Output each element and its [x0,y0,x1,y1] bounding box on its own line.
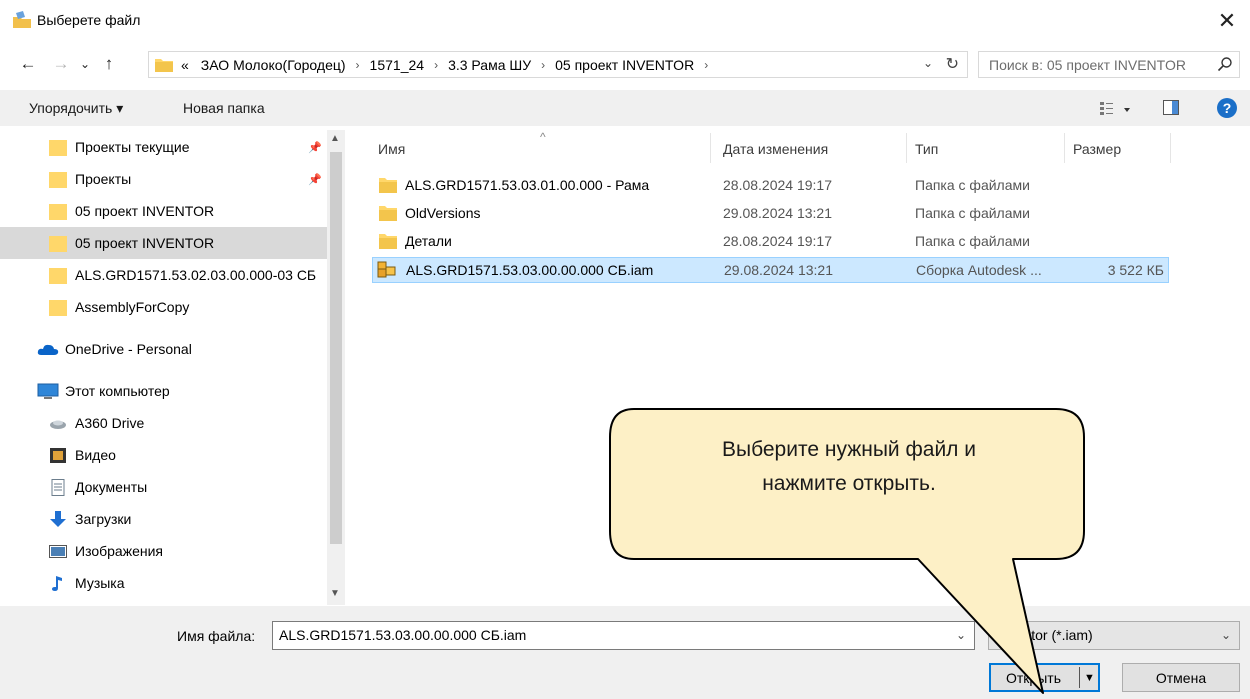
view-options-icon[interactable] [1098,99,1136,119]
breadcrumb-separator[interactable]: › [356,58,360,72]
folder-icon [155,59,173,72]
app-icon [13,11,31,28]
breadcrumb-item[interactable]: 05 проект INVENTOR [555,57,694,73]
sidebar-item-video[interactable]: Видео [0,439,327,471]
close-icon[interactable]: ✕ [1204,0,1250,42]
list-item-selected[interactable]: ALS.GRD1571.53.03.00.00.000 СБ.iam 29.08… [372,257,1169,283]
sidebar-item-current-projects[interactable]: Проекты текущие 📌 [0,131,327,163]
folder-icon [49,235,67,252]
search-placeholder: Поиск в: 05 проект INVENTOR [989,57,1186,73]
cloud-icon [37,344,59,355]
documents-icon [51,478,65,496]
sidebar-item-pictures[interactable]: Изображения [0,535,327,567]
cancel-button[interactable]: Отмена [1122,663,1240,692]
search-icon[interactable] [1217,56,1233,72]
list-item[interactable]: OldVersions 29.08.2024 13:21 Папка с фай… [372,201,1169,227]
drive-icon [50,420,66,429]
music-icon [52,575,62,591]
folder-icon [49,299,67,316]
recent-locations-chevron-icon[interactable]: ⌄ [73,52,97,76]
up-arrow-icon[interactable]: ↑ [97,52,121,76]
inventor-assembly-icon [377,261,396,278]
title-bar: Выберете файл ✕ [0,0,1250,42]
folder-icon [379,234,397,249]
sidebar-item-assembly-for-copy[interactable]: AssemblyForCopy [0,291,327,323]
sidebar-item-a360-drive[interactable]: A360 Drive [0,407,327,439]
breadcrumb-overflow[interactable]: « [181,57,189,73]
refresh-icon[interactable]: ↻ [946,54,959,74]
sidebar-item-assembly-folder[interactable]: ALS.GRD1571.53.02.03.00.000-03 СБ [0,259,327,291]
video-icon [50,447,66,463]
breadcrumb-separator[interactable]: › [434,58,438,72]
new-folder-button[interactable]: Новая папка [183,100,265,116]
breadcrumb-separator[interactable]: › [541,58,545,72]
navigation-pane: Проекты текущие 📌 Проекты 📌 05 проект IN… [0,130,345,605]
breadcrumb-separator[interactable]: › [704,58,708,72]
column-header-size[interactable]: Размер [1073,141,1121,157]
breadcrumb-item[interactable]: ЗАО Молоко(Городец) [201,57,346,73]
computer-icon [37,383,59,399]
scroll-up-icon[interactable]: ▲ [330,133,340,144]
window-title: Выберете файл [37,12,141,28]
sidebar-item-inventor-project-selected[interactable]: 05 проект INVENTOR [0,227,327,259]
column-header-name[interactable]: Имя [378,141,405,157]
folder-icon [49,171,67,188]
address-bar[interactable]: « ЗАО Молоко(Городец) › 1571_24 › 3.3 Ра… [148,51,968,78]
organize-button[interactable]: Упорядочить ▾ [29,100,123,117]
filename-label: Имя файла: [177,628,256,644]
back-arrow-icon[interactable]: ← [16,52,40,76]
folder-icon [379,178,397,193]
pictures-icon [49,544,67,558]
forward-arrow-icon[interactable]: → [49,52,73,76]
scrollbar-thumb[interactable] [330,152,342,544]
list-item[interactable]: ALS.GRD1571.53.03.01.00.000 - Рама 28.08… [372,173,1169,199]
address-dropdown-icon[interactable]: ⌄ [923,56,933,70]
folder-icon [49,139,67,156]
breadcrumb-item[interactable]: 1571_24 [370,57,425,73]
preview-pane-icon[interactable] [1163,100,1179,115]
folder-icon [379,206,397,221]
folder-icon [49,267,67,284]
search-input[interactable]: Поиск в: 05 проект INVENTOR [978,51,1240,78]
downloads-icon [50,510,66,527]
pin-icon[interactable]: 📌 [308,141,322,154]
sidebar-item-this-pc[interactable]: Этот компьютер [0,375,327,407]
sidebar-item-inventor-project[interactable]: 05 проект INVENTOR [0,195,327,227]
breadcrumb-item[interactable]: 3.3 Рама ШУ [448,57,531,73]
column-header-type[interactable]: Тип [915,141,938,157]
chevron-down-icon[interactable]: ⌄ [1221,628,1231,642]
sidebar-item-downloads[interactable]: Загрузки [0,503,327,535]
sidebar-scrollbar[interactable]: ▲ ▼ [327,130,345,605]
callout-text: Выберите нужный файл и нажмите открыть. [721,438,977,495]
scroll-down-icon[interactable]: ▼ [330,588,340,599]
list-item[interactable]: Детали 28.08.2024 19:17 Папка с файлами [372,229,1169,255]
sidebar-item-onedrive[interactable]: OneDrive - Personal [0,333,327,365]
navigation-bar: ← → ⌄ ↑ « ЗАО Молоко(Городец) › 1571_24 … [0,44,1250,84]
breadcrumb: « ЗАО Молоко(Городец) › 1571_24 › 3.3 Ра… [181,57,718,73]
folder-icon [49,203,67,220]
sidebar-item-music[interactable]: Музыка [0,567,327,599]
sort-ascending-icon: ^ [540,130,546,144]
sidebar-item-documents[interactable]: Документы [0,471,327,503]
sidebar-item-projects[interactable]: Проекты 📌 [0,163,327,195]
command-bar: Упорядочить ▾ Новая папка ? [0,90,1250,126]
help-icon[interactable]: ? [1217,98,1237,118]
pin-icon[interactable]: 📌 [308,173,322,186]
column-header-date[interactable]: Дата изменения [723,141,828,157]
